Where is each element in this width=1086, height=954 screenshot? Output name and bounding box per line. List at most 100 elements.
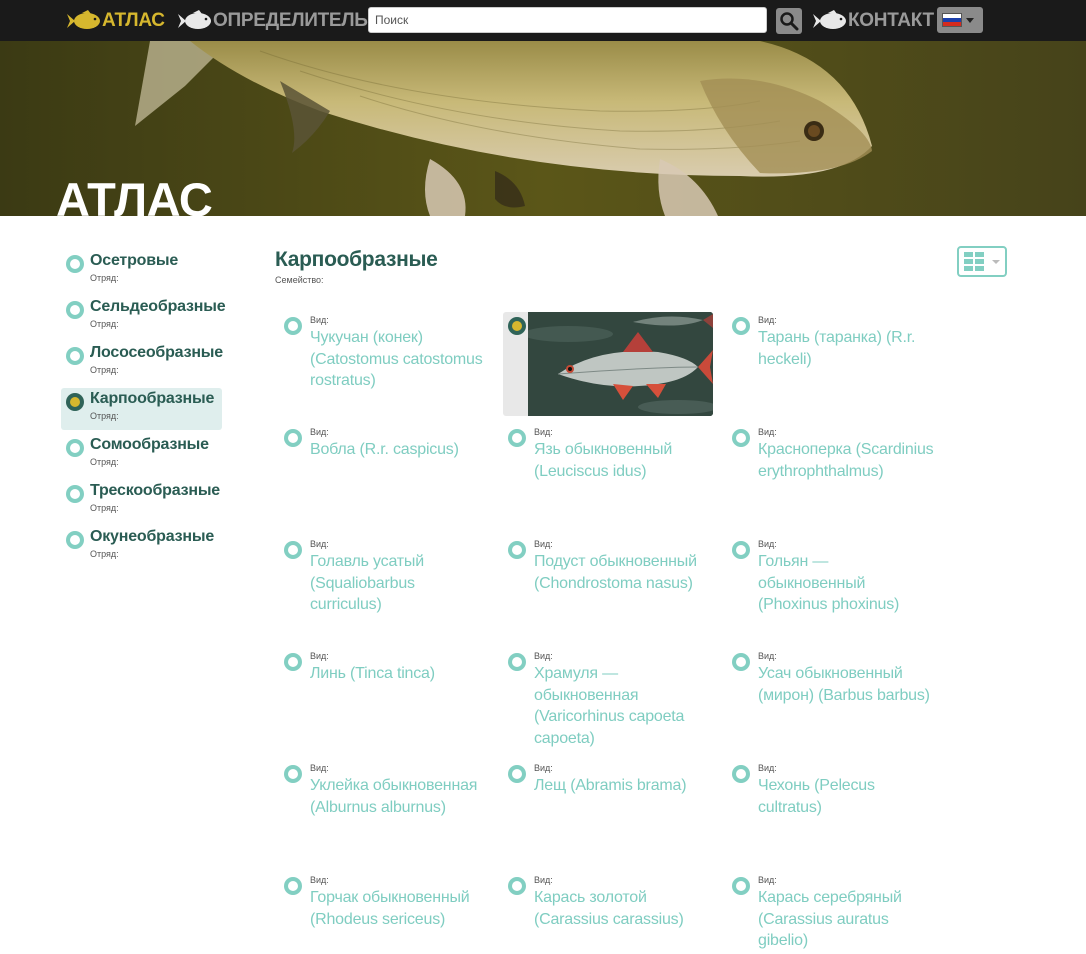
species-card[interactable]: Вид: Карась серебряный (Carassius auratu…	[727, 872, 937, 954]
species-card[interactable]: Вид: Тарань (таранка) (R.r. heckeli)	[727, 312, 937, 416]
roach-fish-photo	[528, 312, 713, 416]
sidebar-item-osetrovye[interactable]: Осетровые Отряд:	[61, 250, 222, 292]
species-kind: Вид:	[758, 539, 777, 549]
radio-icon	[508, 765, 526, 783]
radio-icon	[66, 439, 84, 457]
species-card[interactable]: Вид: Язь обыкновенный (Leuciscus idus)	[503, 424, 713, 528]
radio-icon	[284, 541, 302, 559]
view-mode-toggle[interactable]	[957, 246, 1007, 277]
species-name: Уклейка обыкновенная (Alburnus alburnus)	[310, 777, 478, 816]
top-navigation-bar: АТЛАС ОПРЕДЕЛИТЕЛЬ КОНТАКТ	[0, 0, 1086, 41]
russian-flag-icon	[942, 13, 962, 27]
radio-icon	[732, 765, 750, 783]
sidebar-item-label: Трескообразные	[90, 482, 220, 499]
sidebar-item-somoobraznye[interactable]: Сомообразные Отряд:	[61, 434, 222, 476]
species-card[interactable]: Вид: Усач обыкновенный (мирон) (Barbus b…	[727, 648, 937, 752]
radio-selected-icon	[508, 317, 526, 335]
radio-icon	[732, 317, 750, 335]
radio-icon	[284, 765, 302, 783]
species-card[interactable]: Вид: Вобла (R.r. caspicus)	[279, 424, 489, 528]
species-kind: Вид:	[758, 875, 777, 885]
species-kind: Вид:	[310, 875, 329, 885]
search-input[interactable]	[368, 7, 767, 33]
radio-selected-icon	[66, 393, 84, 411]
species-kind: Вид:	[534, 427, 553, 437]
sidebar-item-sub: Отряд:	[90, 457, 119, 467]
sidebar-item-sub: Отряд:	[90, 411, 119, 421]
sidebar-item-lososeobraznye[interactable]: Лососеобразные Отряд:	[61, 342, 223, 384]
species-name: Гольян — обыкновенный (Phoxinus phoxinus…	[758, 553, 900, 613]
species-card[interactable]: Вид: Голавль усатый (Squaliobarbus curri…	[279, 536, 489, 640]
nav-atlas-link[interactable]: АТЛАС	[66, 9, 165, 33]
species-kind: Вид:	[310, 315, 329, 325]
nav-identifier-link[interactable]: ОПРЕДЕЛИТЕЛЬ	[177, 9, 368, 33]
nav-contact-label: КОНТАКТ	[848, 10, 934, 31]
sidebar-item-sub: Отряд:	[90, 503, 119, 513]
order-sidebar: Осетровые Отряд: Сельдеобразные Отряд: Л…	[61, 250, 226, 572]
nav-atlas-label: АТЛАС	[102, 10, 165, 31]
radio-icon	[508, 541, 526, 559]
species-name: Вобла (R.r. caspicus)	[310, 441, 459, 458]
species-kind: Вид:	[758, 651, 777, 661]
species-card[interactable]: Вид: Горчак обыкновенный (Rhodeus serice…	[279, 872, 489, 954]
sidebar-item-label: Карпообразные	[90, 390, 215, 407]
sidebar-item-label: Сомообразные	[90, 436, 209, 453]
page-title: АТЛАС	[56, 173, 213, 216]
species-card[interactable]: Вид: Красноперка (Scardinius erythrophth…	[727, 424, 937, 528]
fish-icon	[813, 10, 846, 29]
species-card[interactable]: Вид: Карась золотой (Carassius carassius…	[503, 872, 713, 954]
radio-icon	[66, 485, 84, 503]
species-name: Храмуля — обыкновенная (Varicorhinus cap…	[534, 665, 685, 747]
species-card[interactable]: Вид: Чехонь (Pelecus cultratus)	[727, 760, 937, 864]
sidebar-item-karpoobraznye[interactable]: Карпообразные Отряд:	[61, 388, 222, 430]
sidebar-item-okuneobraznye[interactable]: Окунеобразные Отряд:	[61, 526, 222, 568]
species-card-hovered[interactable]	[503, 312, 713, 416]
sidebar-item-sub: Отряд:	[90, 273, 119, 283]
species-kind: Вид:	[534, 875, 553, 885]
radio-icon	[732, 429, 750, 447]
hero-banner: АТЛАС	[0, 41, 1086, 216]
search-button[interactable]	[776, 8, 802, 34]
species-name: Усач обыкновенный (мирон) (Barbus barbus…	[758, 665, 930, 704]
radio-icon	[284, 317, 302, 335]
species-card[interactable]: Вид: Лещ (Abramis brama)	[503, 760, 713, 864]
species-name: Линь (Tinca tinca)	[310, 665, 435, 682]
radio-icon	[284, 877, 302, 895]
species-kind: Вид:	[534, 651, 553, 661]
radio-icon	[66, 531, 84, 549]
radio-icon	[732, 653, 750, 671]
nav-contact-link[interactable]: КОНТАКТ	[812, 9, 934, 33]
sidebar-item-treskoobraznye[interactable]: Трескообразные Отряд:	[61, 480, 222, 522]
radio-icon	[66, 301, 84, 319]
species-name: Чукучан (конек) (Catostomus catostomus r…	[310, 329, 483, 389]
species-name: Язь обыкновенный (Leuciscus idus)	[534, 441, 673, 480]
species-card[interactable]: Вид: Храмуля — обыкновенная (Varicorhinu…	[503, 648, 713, 752]
species-name: Лещ (Abramis brama)	[534, 777, 687, 794]
species-name: Тарань (таранка) (R.r. heckeli)	[758, 329, 916, 368]
fish-icon	[67, 10, 100, 29]
radio-icon	[66, 255, 84, 273]
sidebar-item-sub: Отряд:	[90, 549, 119, 559]
species-card[interactable]: Вид: Гольян — обыкновенный (Phoxinus pho…	[727, 536, 937, 640]
sidebar-item-label: Сельдеобразные	[90, 298, 226, 315]
language-selector[interactable]	[937, 7, 983, 33]
fish-icon	[178, 10, 211, 29]
species-kind: Вид:	[310, 427, 329, 437]
sidebar-item-seldeobraznye[interactable]: Сельдеобразные Отряд:	[61, 296, 226, 338]
radio-icon	[732, 877, 750, 895]
radio-icon	[284, 653, 302, 671]
sidebar-item-label: Лососеобразные	[90, 344, 223, 361]
species-name: Карась золотой (Carassius carassius)	[534, 889, 684, 928]
species-card[interactable]: Вид: Линь (Tinca tinca)	[279, 648, 489, 752]
species-name: Подуст обыкновенный (Chondrostoma nasus)	[534, 553, 697, 592]
species-name: Красноперка (Scardinius erythrophthalmus…	[758, 441, 934, 480]
species-card[interactable]: Вид: Чукучан (конек) (Catostomus catosto…	[279, 312, 489, 416]
species-name: Голавль усатый (Squaliobarbus curriculus…	[310, 553, 424, 613]
radio-icon	[284, 429, 302, 447]
species-name: Карась серебряный (Carassius auratus gib…	[758, 889, 902, 949]
species-name: Чехонь (Pelecus cultratus)	[758, 777, 875, 816]
family-subtitle: Семейство:	[275, 275, 324, 285]
species-card[interactable]: Вид: Подуст обыкновенный (Chondrostoma n…	[503, 536, 713, 640]
species-kind: Вид:	[758, 427, 777, 437]
species-card[interactable]: Вид: Уклейка обыкновенная (Alburnus albu…	[279, 760, 489, 864]
